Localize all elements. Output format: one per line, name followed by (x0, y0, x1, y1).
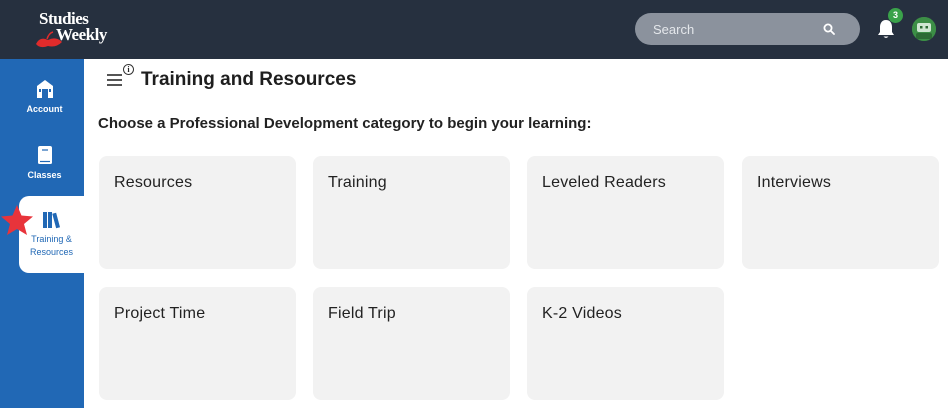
books-icon (42, 212, 60, 229)
category-card-label: Resources (114, 174, 193, 191)
studies-weekly-logo[interactable]: Studies Weekly (34, 10, 118, 50)
user-avatar-icon (912, 17, 936, 41)
category-card-label: K-2 Videos (542, 305, 622, 322)
avatar[interactable] (912, 17, 936, 41)
star-icon (1, 205, 33, 235)
category-card-label: Project Time (114, 305, 206, 322)
category-card-training[interactable]: Training (313, 156, 510, 269)
category-card-leveled-readers[interactable]: Leveled Readers (527, 156, 724, 269)
sidebar-item-label: Classes (27, 170, 62, 180)
category-card-project-time[interactable]: Project Time (99, 287, 296, 400)
page-title: Training and Resources (141, 69, 357, 90)
category-card-label: Field Trip (328, 305, 396, 322)
notification-count-badge: 3 (888, 8, 903, 23)
info-icon[interactable]: i (123, 64, 134, 75)
category-prompt: Choose a Professional Development catego… (98, 115, 592, 132)
category-card-interviews[interactable]: Interviews (742, 156, 939, 269)
book-icon (37, 146, 52, 164)
search-icon[interactable] (823, 23, 835, 35)
sidebar-item-label: Account (26, 104, 63, 114)
sidebar-item-label: Training & Resources (29, 234, 74, 257)
category-card-field-trip[interactable]: Field Trip (313, 287, 510, 400)
sidebar-item-account[interactable]: Account (12, 78, 77, 115)
category-card-label: Training (328, 174, 387, 191)
sidebar-item-classes[interactable]: Classes (12, 144, 77, 181)
hamburger-menu-icon[interactable] (106, 72, 124, 88)
search-input[interactable] (635, 13, 815, 45)
top-bar: Studies Weekly 3 (0, 0, 948, 59)
category-card-label: Leveled Readers (542, 174, 666, 191)
category-card-k2-videos[interactable]: K-2 Videos (527, 287, 724, 400)
category-card-resources[interactable]: Resources (99, 156, 296, 269)
building-icon (36, 80, 53, 98)
category-card-label: Interviews (757, 174, 832, 191)
logo-line-2: Weekly (56, 25, 107, 44)
search-box (635, 13, 860, 45)
